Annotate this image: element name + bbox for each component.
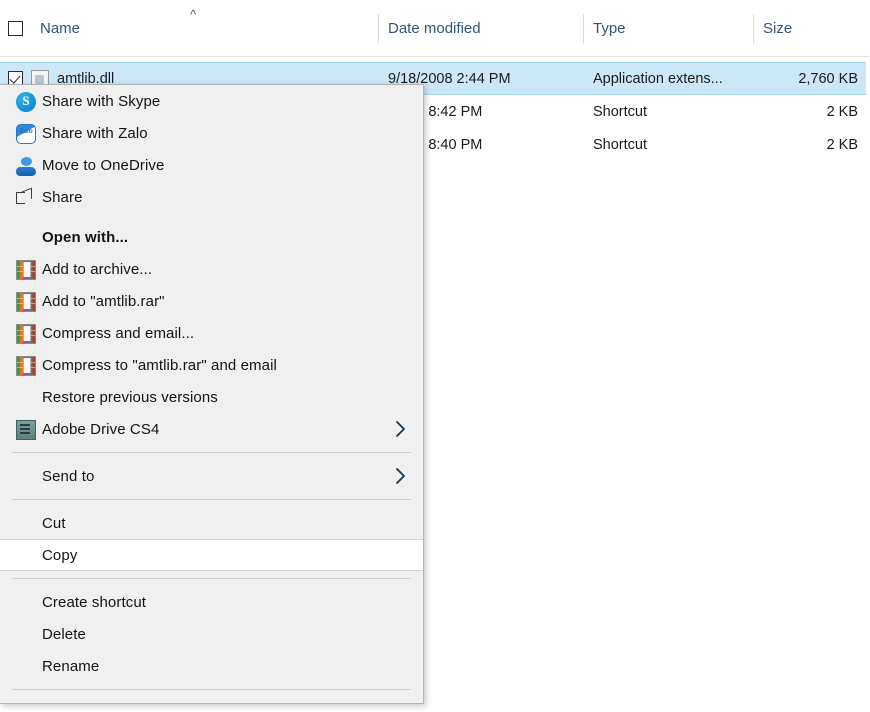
menu-item-cut[interactable]: Cut (0, 507, 423, 539)
winrar-icon (16, 355, 36, 376)
menu-item-label: Create shortcut (42, 593, 147, 611)
menu-separator (12, 452, 411, 453)
file-size-cell: 2 KB (826, 136, 858, 153)
menu-item-restore-previous-versions[interactable]: Restore previous versions (0, 381, 423, 413)
sort-ascending-chevron-icon: ^ (189, 7, 197, 22)
column-header-size[interactable]: Size (763, 0, 792, 56)
menu-item-send-to[interactable]: Send to (0, 460, 423, 492)
column-divider[interactable] (583, 14, 584, 44)
menu-item-label: Share with Zalo (42, 124, 148, 142)
menu-item-label: Cut (42, 514, 66, 532)
menu-item-add-to-archive[interactable]: Add to archive... (0, 253, 423, 285)
menu-item-label: Compress and email... (42, 324, 195, 342)
menu-item-properties[interactable]: Properties (0, 697, 423, 703)
menu-item-label: Restore previous versions (42, 388, 218, 406)
column-divider[interactable] (378, 14, 379, 44)
column-divider[interactable] (753, 14, 754, 44)
menu-item-label: Share (42, 188, 83, 206)
file-type-cell: Shortcut (593, 103, 647, 120)
menu-item-label: Adobe Drive CS4 (42, 420, 160, 438)
file-type-cell: Shortcut (593, 136, 647, 153)
menu-item-label: Rename (42, 657, 100, 675)
menu-item-adobe-drive-cs4[interactable]: Adobe Drive CS4 (0, 413, 423, 445)
select-all-checkbox[interactable] (8, 21, 23, 36)
menu-separator (12, 689, 411, 690)
menu-item-create-shortcut[interactable]: Create shortcut (0, 586, 423, 618)
menu-item-label: Add to "amtlib.rar" (42, 292, 165, 310)
menu-item-label: Copy (42, 546, 78, 564)
menu-item-compress-to-amtlib-rar-and-email[interactable]: Compress to "amtlib.rar" and email (0, 349, 423, 381)
menu-item-label: Share with Skype (42, 92, 161, 110)
menu-item-share[interactable]: Share (0, 181, 423, 213)
file-size-cell: 2 KB (826, 103, 858, 120)
column-header-name[interactable]: Name (40, 0, 80, 56)
column-header-type[interactable]: Type (593, 0, 626, 56)
onedrive-cloud-icon (16, 156, 36, 177)
menu-item-delete[interactable]: Delete (0, 618, 423, 650)
menu-item-label: Delete (42, 625, 86, 643)
menu-item-move-to-onedrive[interactable]: Move to OneDrive (0, 149, 423, 181)
menu-item-rename[interactable]: Rename (0, 650, 423, 682)
skype-icon (16, 91, 36, 112)
menu-separator (12, 578, 411, 579)
menu-item-compress-and-email[interactable]: Compress and email... (0, 317, 423, 349)
menu-item-open-with[interactable]: Open with... (0, 221, 423, 253)
menu-item-label: Send to (42, 467, 95, 485)
menu-separator (12, 499, 411, 500)
menu-item-add-to-amtlib-rar[interactable]: Add to "amtlib.rar" (0, 285, 423, 317)
file-size-cell: 2,760 KB (798, 70, 858, 87)
menu-item-share-with-zalo[interactable]: Share with Zalo (0, 117, 423, 149)
column-header-date-modified[interactable]: Date modified (388, 0, 481, 56)
menu-item-copy[interactable]: Copy (0, 539, 423, 571)
adobe-drive-icon (16, 419, 36, 440)
share-arrow-icon (16, 188, 36, 208)
column-header-row: ^ Name Date modified Type Size (0, 0, 870, 57)
menu-item-label: Move to OneDrive (42, 156, 165, 174)
chevron-right-icon (395, 467, 409, 485)
chevron-right-icon (395, 420, 409, 438)
menu-item-label: Open with... (42, 228, 129, 246)
zalo-icon (16, 123, 36, 144)
menu-gap (0, 213, 423, 221)
winrar-icon (16, 323, 36, 344)
context-menu[interactable]: Share with Skype Share with Zalo Move to O… (0, 84, 424, 704)
winrar-icon (16, 259, 36, 280)
menu-item-label: Add to archive... (42, 260, 153, 278)
menu-item-label: Compress to "amtlib.rar" and email (42, 356, 277, 374)
menu-item-share-with-skype[interactable]: Share with Skype (0, 85, 423, 117)
winrar-icon (16, 291, 36, 312)
